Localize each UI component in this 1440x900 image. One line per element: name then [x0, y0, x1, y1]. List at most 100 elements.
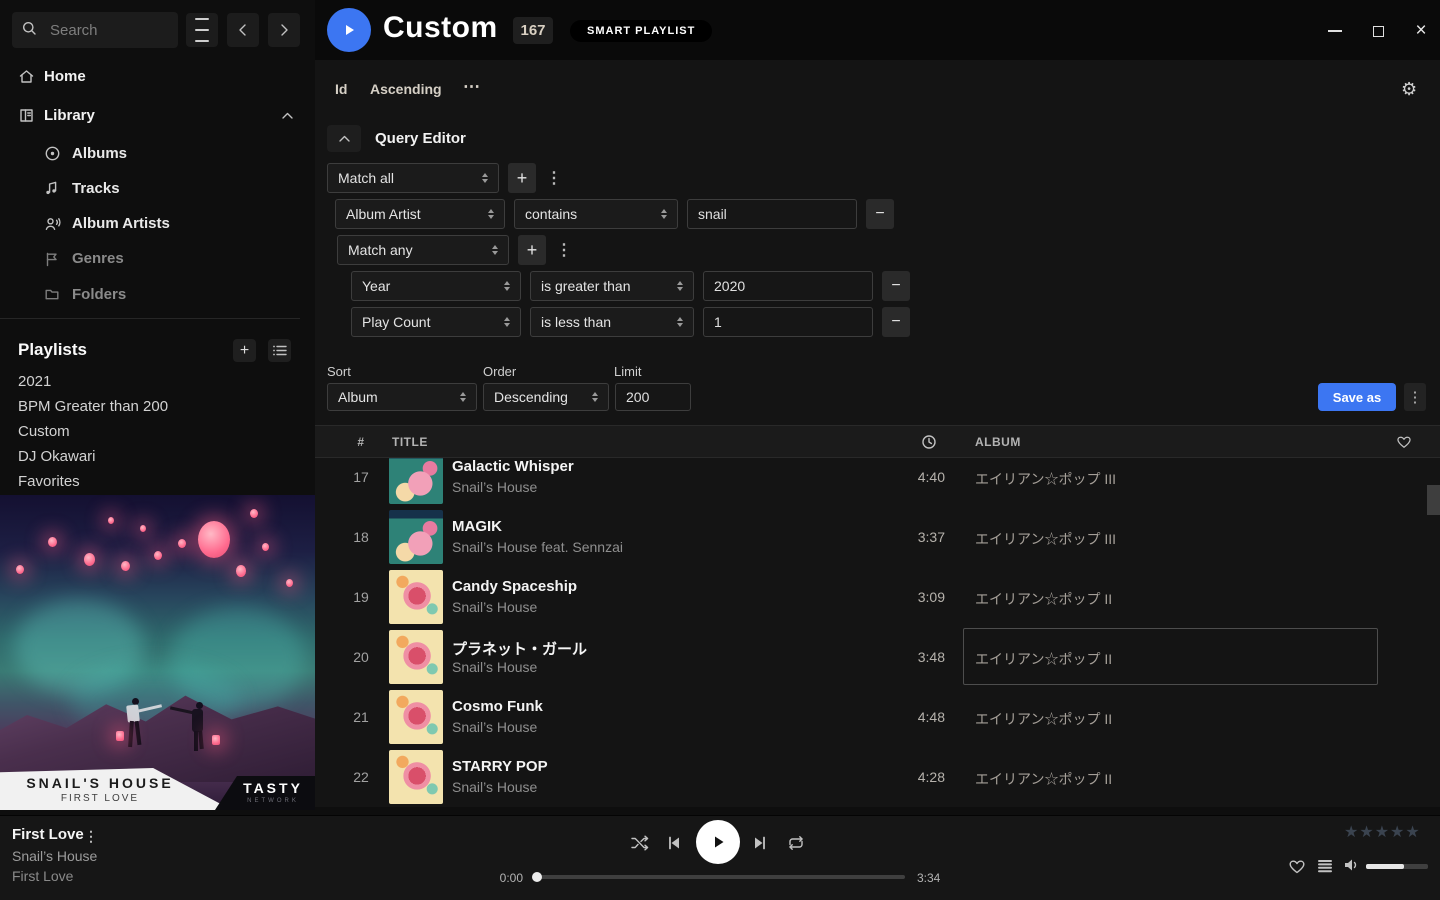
add-rule-button[interactable]: +: [518, 235, 546, 265]
rule-operator-select[interactable]: is less than: [530, 307, 694, 337]
forward-button[interactable]: [268, 13, 300, 47]
track-artist: Snail’s House: [452, 719, 537, 735]
sidebar-item-library[interactable]: Library: [0, 101, 315, 129]
sidebar-item-album-artists[interactable]: Album Artists: [0, 211, 315, 237]
playlist-item-custom[interactable]: Custom: [18, 419, 298, 444]
window-maximize-button[interactable]: [1365, 18, 1391, 44]
save-options-button[interactable]: ⋮: [1404, 383, 1426, 411]
album-art-thumbnail[interactable]: [389, 510, 443, 564]
queue-button[interactable]: [1316, 857, 1334, 875]
volume-slider[interactable]: [1366, 864, 1428, 869]
track-row[interactable]: 19Candy SpaceshipSnail’s House3:09エイリアン☆…: [315, 567, 1440, 627]
add-rule-button[interactable]: +: [508, 163, 536, 193]
rule-value-input[interactable]: [687, 199, 857, 229]
sidebar-item-tracks[interactable]: Tracks: [0, 175, 315, 201]
star-icon[interactable]: ★: [1344, 822, 1358, 842]
page-title: Custom: [383, 11, 498, 45]
rule-field-select[interactable]: Play Count: [351, 307, 521, 337]
sidebar-item-folders[interactable]: Folders: [0, 281, 315, 307]
remove-rule-button[interactable]: −: [866, 199, 894, 229]
shuffle-button[interactable]: [629, 832, 651, 854]
star-icon[interactable]: ★: [1359, 822, 1373, 842]
star-icon[interactable]: ★: [1375, 822, 1389, 842]
sort-select[interactable]: Album: [327, 383, 477, 411]
track-album: エイリアン☆ポップ II: [975, 589, 1112, 609]
sort-direction-button[interactable]: Ascending: [370, 81, 442, 97]
sidebar-item-albums[interactable]: Albums: [0, 140, 315, 166]
playlist-item-favorites[interactable]: Favorites: [18, 469, 298, 494]
star-icon[interactable]: ★: [1405, 822, 1419, 842]
track-row[interactable]: 20プラネット・ガールSnail’s House3:48エイリアン☆ポップ II: [315, 627, 1440, 687]
limit-input[interactable]: [615, 383, 691, 411]
next-button[interactable]: [751, 834, 769, 852]
sidebar: Home Library Albums Tracks Album Artists Ge…: [0, 0, 315, 815]
group-options-button[interactable]: ⋮: [545, 168, 563, 188]
star-icon[interactable]: ★: [1390, 822, 1404, 842]
more-options-button[interactable]: ⋯: [463, 77, 480, 97]
playlist-item-2021[interactable]: 2021: [18, 369, 298, 394]
track-row[interactable]: 17Galactic WhisperSnail’s House4:40エイリアン…: [315, 458, 1440, 507]
track-row[interactable]: 21Cosmo FunkSnail’s House4:48エイリアン☆ポップ I…: [315, 687, 1440, 747]
rule-field-select[interactable]: Year: [351, 271, 521, 301]
sort-field-button[interactable]: Id: [335, 81, 347, 97]
now-playing-options-button[interactable]: ⋮: [84, 828, 98, 845]
horizontal-scrollbar-track[interactable]: [315, 807, 1440, 815]
album-art-thumbnail[interactable]: [389, 630, 443, 684]
album-art-thumbnail[interactable]: [389, 458, 443, 504]
favorite-heart-icon[interactable]: [1396, 434, 1412, 449]
volume-icon[interactable]: [1342, 856, 1360, 874]
rule-value-input[interactable]: [703, 271, 873, 301]
match-mode-select[interactable]: Match any: [337, 235, 509, 265]
favorite-button[interactable]: [1288, 857, 1306, 875]
rule-operator-select[interactable]: contains: [514, 199, 678, 229]
now-playing-cover[interactable]: SNAIL'S HOUSE FIRST LOVE TASTY NETWORK: [0, 495, 315, 810]
sidebar-item-genres[interactable]: Genres: [0, 246, 315, 272]
seek-knob[interactable]: [532, 872, 542, 882]
playlist-options-button[interactable]: [268, 339, 291, 362]
order-select[interactable]: Descending: [483, 383, 609, 411]
album-art-thumbnail[interactable]: [389, 750, 443, 804]
play-pause-button[interactable]: [696, 820, 740, 864]
player-bar: First Love ⋮ Snail’s House First Love 0:…: [0, 815, 1440, 900]
track-title: Candy Spaceship: [452, 578, 577, 595]
track-list[interactable]: 17Galactic WhisperSnail’s House4:40エイリアン…: [315, 458, 1440, 807]
rating-stars[interactable]: ★★★★★: [1344, 822, 1420, 842]
track-album: エイリアン☆ポップ II: [975, 769, 1112, 789]
sidebar-item-home[interactable]: Home: [0, 62, 315, 90]
query-groups: Match all + ⋮ Album Artist contains − Match an…: [327, 163, 1427, 343]
window-close-button[interactable]: ×: [1408, 18, 1434, 44]
window-minimize-button[interactable]: [1322, 18, 1348, 44]
chevron-up-icon[interactable]: [281, 111, 294, 120]
query-editor-collapse-button[interactable]: [327, 125, 361, 152]
column-title[interactable]: TITLE: [392, 435, 428, 449]
album-art-thumbnail[interactable]: [389, 690, 443, 744]
remove-rule-button[interactable]: −: [882, 271, 910, 301]
add-playlist-button[interactable]: +: [233, 339, 256, 362]
repeat-button[interactable]: [785, 832, 807, 854]
play-playlist-button[interactable]: [327, 8, 371, 52]
previous-button[interactable]: [665, 834, 683, 852]
settings-gear-icon[interactable]: ⚙: [1401, 79, 1417, 100]
track-row[interactable]: 18MAGIKSnail’s House feat. Sennzai3:37エイ…: [315, 507, 1440, 567]
track-row[interactable]: 22STARRY POPSnail’s House4:28エイリアン☆ポップ I…: [315, 747, 1440, 807]
match-mode-select[interactable]: Match all: [327, 163, 499, 193]
duration-clock-icon[interactable]: [921, 434, 937, 450]
rule-field-select[interactable]: Album Artist: [335, 199, 505, 229]
save-as-button[interactable]: Save as: [1318, 383, 1396, 411]
remove-rule-button[interactable]: −: [882, 307, 910, 337]
query-rule-row: Play Count is less than −: [351, 307, 1427, 337]
rule-operator-select[interactable]: is greater than: [530, 271, 694, 301]
album-art-thumbnail[interactable]: [389, 570, 443, 624]
rule-value-input[interactable]: [703, 307, 873, 337]
seek-bar[interactable]: [535, 875, 905, 879]
column-album[interactable]: ALBUM: [975, 435, 1021, 449]
playlist-item-bpm-greater-than-200[interactable]: BPM Greater than 200: [18, 394, 298, 419]
menu-button[interactable]: [186, 13, 218, 47]
total-time: 3:34: [917, 871, 953, 885]
column-number[interactable]: #: [341, 435, 381, 449]
group-options-button[interactable]: ⋮: [555, 240, 573, 260]
back-button[interactable]: [227, 13, 259, 47]
playlist-item-dj-okawari[interactable]: DJ Okawari: [18, 444, 298, 469]
vertical-scrollbar-thumb[interactable]: [1427, 485, 1440, 515]
track-artist: Snail’s House: [452, 779, 537, 795]
